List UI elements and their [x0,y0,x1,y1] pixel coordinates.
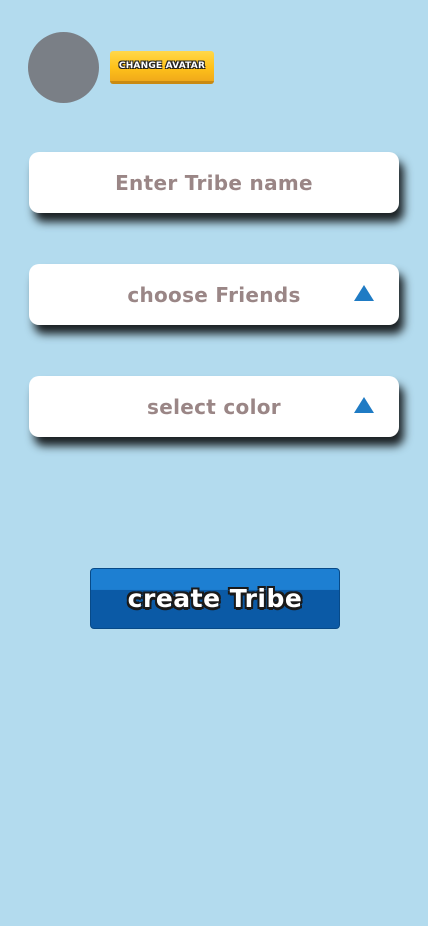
select-color-dropdown[interactable]: select color [29,376,399,437]
change-avatar-label: Change Avatar [118,61,206,71]
tribe-name-placeholder: Enter Tribe name [115,170,313,195]
create-tribe-button[interactable]: create Tribe [90,568,340,629]
tribe-name-input[interactable]: Enter Tribe name [29,152,399,213]
avatar[interactable] [28,32,99,103]
change-avatar-button[interactable]: Change Avatar [110,51,214,84]
create-tribe-label: create Tribe [127,584,303,613]
select-color-label: select color [147,394,281,419]
triangle-up-icon[interactable] [354,397,374,413]
triangle-up-icon[interactable] [354,285,374,301]
choose-friends-dropdown[interactable]: choose Friends [29,264,399,325]
choose-friends-label: choose Friends [127,282,301,307]
